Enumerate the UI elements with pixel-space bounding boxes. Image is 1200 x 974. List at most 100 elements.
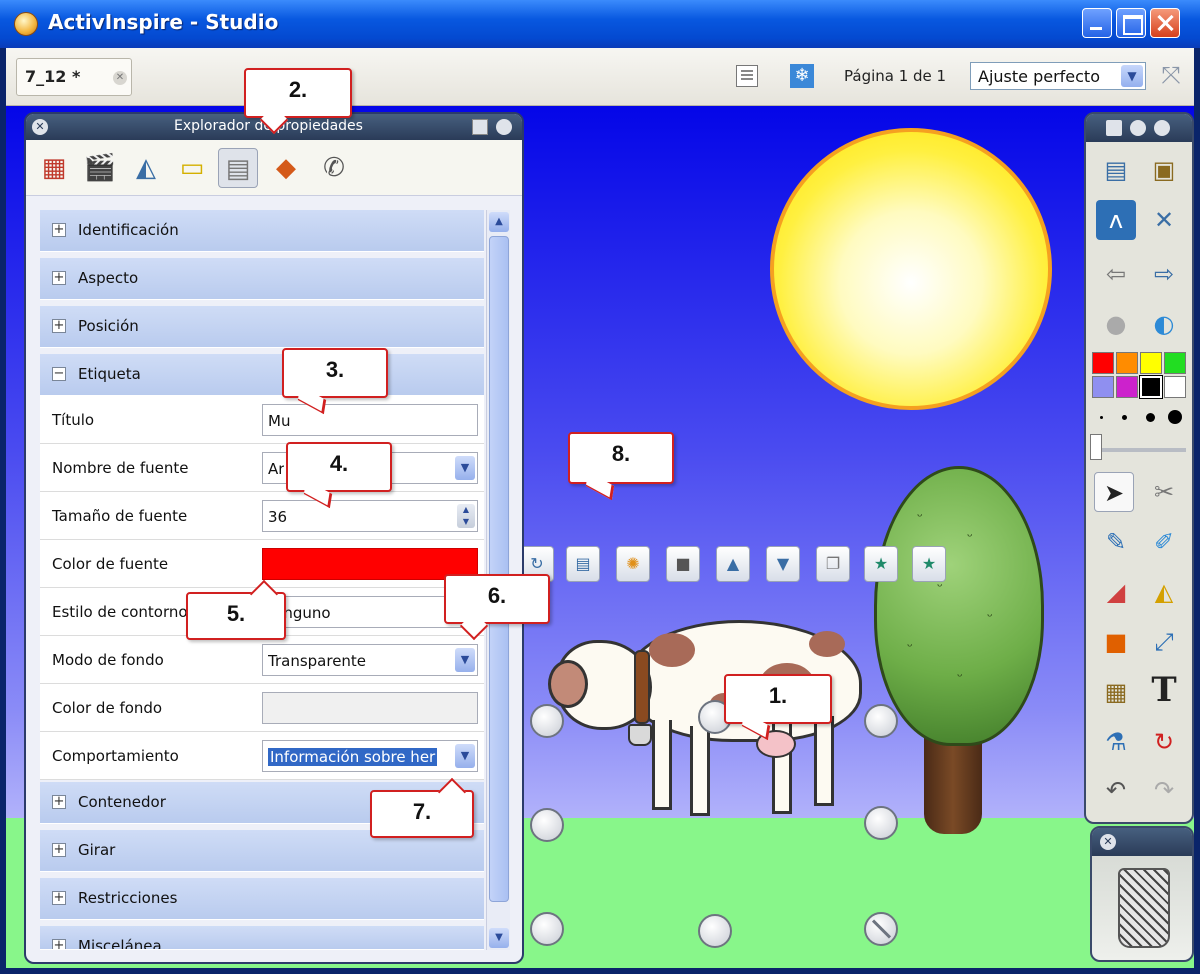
color-swatch-white[interactable] bbox=[1164, 376, 1186, 398]
fill-icon[interactable]: ◭ bbox=[1144, 572, 1184, 612]
close-tab-icon[interactable]: ✕ bbox=[113, 71, 127, 85]
maximize-button[interactable] bbox=[1116, 8, 1146, 38]
color-swatch-orange[interactable] bbox=[1116, 352, 1138, 374]
trash-icon[interactable] bbox=[1118, 868, 1170, 948]
pen-icon[interactable]: ✎ bbox=[1096, 522, 1136, 562]
gear-icon[interactable]: ✺ bbox=[616, 546, 650, 582]
notes-browser-icon[interactable]: ▭ bbox=[172, 148, 212, 188]
expand-icon[interactable]: + bbox=[52, 939, 66, 949]
collapse-icon[interactable]: − bbox=[52, 367, 66, 381]
resource-browser-icon[interactable]: 🎬 bbox=[80, 148, 120, 188]
clapper-icon[interactable]: ▦ bbox=[1096, 672, 1136, 712]
resize-handle[interactable] bbox=[864, 704, 898, 738]
scroll-down-icon[interactable]: ▼ bbox=[489, 928, 509, 948]
spinner-arrows-icon[interactable]: ▲ ▼ bbox=[457, 504, 475, 528]
voting-browser-icon[interactable]: ✆ bbox=[314, 148, 354, 188]
main-menu-icon[interactable]: ▤ bbox=[1096, 150, 1136, 190]
previous-page-icon[interactable]: ⇦ bbox=[1096, 254, 1136, 294]
expand-icon[interactable]: + bbox=[52, 795, 66, 809]
section-miscelanea[interactable]: + Miscelánea bbox=[40, 926, 484, 950]
expand-icon[interactable]: + bbox=[52, 319, 66, 333]
snowflake-icon[interactable]: ❄ bbox=[790, 64, 814, 88]
menu-icon[interactable] bbox=[1106, 120, 1122, 136]
pen-width-2[interactable] bbox=[1122, 415, 1127, 420]
background-mode-select[interactable]: Transparente ▼ bbox=[262, 644, 478, 676]
property-browser-icon[interactable]: ▤ bbox=[218, 148, 258, 188]
resize-handle[interactable] bbox=[530, 704, 564, 738]
resize-handle[interactable] bbox=[864, 806, 898, 840]
undo-icon[interactable]: ↶ bbox=[1096, 770, 1136, 810]
next-page-icon[interactable]: ⇨ bbox=[1144, 254, 1184, 294]
star-menu-icon[interactable]: ★ bbox=[864, 546, 898, 582]
desktop-tools-icon[interactable]: ✕ bbox=[1144, 200, 1184, 240]
chevron-down-icon[interactable]: ▼ bbox=[455, 456, 475, 480]
duplicate-icon[interactable]: ❐ bbox=[816, 546, 850, 582]
reset-page-icon[interactable]: ↻ bbox=[1144, 722, 1184, 762]
page-browser-icon[interactable]: ▦ bbox=[34, 148, 74, 188]
play-icon[interactable]: ● bbox=[1096, 304, 1136, 344]
chevron-down-icon[interactable]: ▼ bbox=[1121, 65, 1143, 87]
minimize-button[interactable] bbox=[1082, 8, 1112, 38]
select-tool-icon[interactable]: ➤ bbox=[1094, 472, 1134, 512]
close-icon[interactable]: ✕ bbox=[1100, 834, 1116, 850]
chevron-down-icon[interactable]: ▼ bbox=[455, 648, 475, 672]
tree-image[interactable]: ᵕ ᵕ ᵕ ᵕ ᵕ ᵕ bbox=[874, 466, 1044, 746]
expand-icon[interactable]: + bbox=[52, 843, 66, 857]
close-icon[interactable]: ✕ bbox=[32, 119, 48, 135]
bring-forward-icon[interactable]: ▲ bbox=[716, 546, 750, 582]
menu-icon[interactable] bbox=[472, 119, 488, 135]
resize-handle[interactable] bbox=[530, 808, 564, 842]
background-color-swatch[interactable] bbox=[262, 692, 478, 724]
eraser-icon[interactable]: ◢ bbox=[1096, 572, 1136, 612]
pen-width-slider-thumb[interactable] bbox=[1090, 434, 1102, 460]
section-aspecto[interactable]: + Aspecto bbox=[40, 258, 484, 300]
color-swatch-yellow[interactable] bbox=[1140, 352, 1162, 374]
shape-icon[interactable]: ■ bbox=[1096, 622, 1136, 662]
sun-image[interactable] bbox=[770, 128, 1052, 410]
rotate-handle[interactable] bbox=[864, 912, 898, 946]
desktop-annotate-icon[interactable]: ᴧ bbox=[1096, 200, 1136, 240]
pen-width-1[interactable] bbox=[1100, 416, 1103, 419]
properties-icon[interactable]: ▤ bbox=[566, 546, 600, 582]
pen-width-4[interactable] bbox=[1168, 410, 1182, 424]
behaviour-select[interactable]: Información sobre her ▼ bbox=[262, 740, 478, 772]
send-backward-icon[interactable]: ▼ bbox=[766, 546, 800, 582]
connector-icon[interactable]: ⤢ bbox=[1144, 622, 1184, 662]
star-small-menu-icon[interactable]: ★ bbox=[912, 546, 946, 582]
chevron-down-icon[interactable]: ▼ bbox=[455, 744, 475, 768]
expand-icon[interactable]: + bbox=[52, 223, 66, 237]
document-tab[interactable]: 7_12 * ✕ bbox=[16, 58, 132, 96]
text-tool-icon[interactable]: T bbox=[1144, 670, 1184, 710]
scroll-up-icon[interactable]: ▲ bbox=[489, 212, 509, 232]
expand-icon[interactable]: + bbox=[52, 271, 66, 285]
object-browser-icon[interactable]: ◭ bbox=[126, 148, 166, 188]
resize-handle[interactable] bbox=[530, 912, 564, 946]
pen-width-3[interactable] bbox=[1146, 413, 1155, 422]
scroll-thumb[interactable] bbox=[489, 236, 509, 902]
color-swatch-purple[interactable] bbox=[1116, 376, 1138, 398]
expand-icon[interactable]: + bbox=[52, 891, 66, 905]
title-input[interactable]: Mu bbox=[262, 404, 478, 436]
section-etiqueta[interactable]: − Etiqueta bbox=[40, 354, 484, 396]
section-posicion[interactable]: + Posición bbox=[40, 306, 484, 348]
page-view-icon[interactable] bbox=[736, 65, 758, 87]
redo-icon[interactable]: ↷ bbox=[1144, 770, 1184, 810]
section-identificacion[interactable]: + Identificación bbox=[40, 210, 484, 252]
resize-handle[interactable] bbox=[698, 914, 732, 948]
help-icon[interactable]: ◐ bbox=[1144, 304, 1184, 344]
pin-icon[interactable] bbox=[1154, 120, 1170, 136]
font-size-spinner[interactable]: 36 ▲ ▼ bbox=[262, 500, 478, 532]
collapse-icon[interactable] bbox=[1130, 120, 1146, 136]
pen-width-slider[interactable] bbox=[1092, 448, 1186, 452]
section-restricciones[interactable]: + Restricciones bbox=[40, 878, 484, 920]
fit-screen-icon[interactable]: ⤧ bbox=[1156, 60, 1186, 90]
color-swatch-green[interactable] bbox=[1164, 352, 1186, 374]
color-swatch-blue[interactable] bbox=[1092, 376, 1114, 398]
pin-icon[interactable] bbox=[496, 119, 512, 135]
switch-profile-icon[interactable]: ▣ bbox=[1144, 150, 1184, 190]
color-swatch-red[interactable] bbox=[1092, 352, 1114, 374]
layer-icon[interactable]: ■ bbox=[666, 546, 700, 582]
close-button[interactable] bbox=[1150, 8, 1180, 38]
tools-icon[interactable]: ✂ bbox=[1144, 472, 1184, 512]
zoom-select[interactable]: Ajuste perfecto ▼ bbox=[970, 62, 1146, 90]
